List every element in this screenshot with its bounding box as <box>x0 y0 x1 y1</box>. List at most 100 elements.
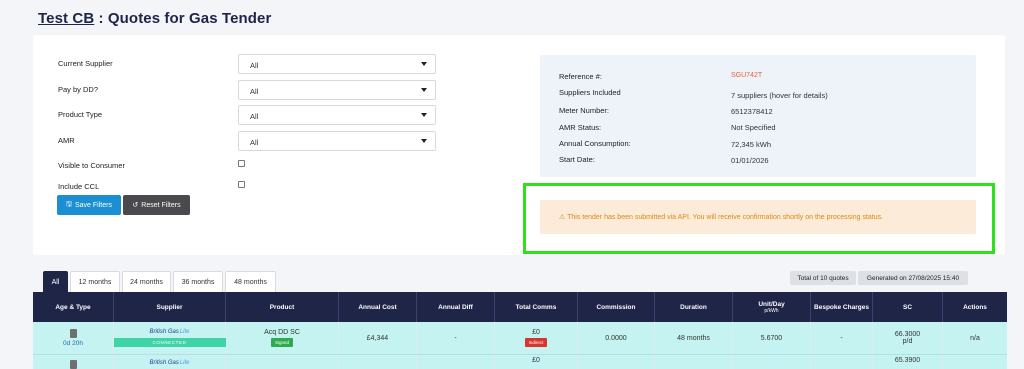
supplier-lite: Lite <box>179 360 190 366</box>
reference-value: SGU742T <box>731 72 763 79</box>
table-row[interactable]: British Gas Lite £0 65.3900 <box>33 355 1007 369</box>
col-product[interactable]: Product <box>226 292 339 322</box>
amr-label: AMR <box>58 136 75 145</box>
supplier-logo: British Gas Lite <box>149 360 189 366</box>
commission-cell: 0.0000 <box>578 322 655 354</box>
save-filters-label: Save Filters <box>75 201 112 209</box>
col-actions: Actions <box>963 303 987 311</box>
product-type-value: All <box>250 112 259 121</box>
total-quotes-badge: Total of 10 quotes <box>790 271 856 285</box>
col-annual-cost[interactable]: Annual Cost <box>339 292 417 322</box>
consumption-label: Annual Consumption: <box>559 139 631 148</box>
sc-value: 65.3900 <box>894 357 921 364</box>
title-fuel: Gas <box>189 10 218 27</box>
total-comms-value: £0 <box>532 357 540 364</box>
title-separator: : Quotes for <box>94 10 189 27</box>
col-commission[interactable]: Commission <box>578 292 655 322</box>
chevron-down-icon <box>421 62 427 66</box>
total-comms-cell: £0 <box>495 355 578 369</box>
undo-icon: ↺ <box>132 202 139 209</box>
reference-label: Reference #: <box>559 72 602 81</box>
unit-day-sublabel: p/kWh <box>764 307 779 314</box>
annual-cost-cell <box>339 355 417 369</box>
supplier-cell: British Gas Lite <box>114 355 226 369</box>
amr-select[interactable]: All <box>238 131 436 151</box>
amr-value: All <box>250 138 259 147</box>
col-unit-day[interactable]: Unit/Day p/kWh <box>733 292 811 322</box>
bespoke-cell: - <box>811 322 873 354</box>
actions-cell: n/a <box>970 334 980 342</box>
col-total-comms[interactable]: Total Comms <box>495 292 578 322</box>
age-type-cell <box>33 355 114 369</box>
unit-day-label: Unit/Day <box>758 300 785 308</box>
api-submission-alert: ⚠ This tender has been submitted via API… <box>540 200 976 234</box>
amr-status-label: AMR Status: <box>559 123 602 132</box>
duration-cell <box>655 355 733 369</box>
sc-value: 66.3000 <box>894 331 921 338</box>
current-supplier-value: All <box>250 61 259 70</box>
customer-link[interactable]: Test CB <box>38 10 94 27</box>
reset-filters-button[interactable]: ↺ Reset Filters <box>123 195 190 215</box>
bespoke-cell <box>811 355 873 369</box>
meter-label: Meter Number: <box>559 106 610 115</box>
tab-36-months[interactable]: 36 months <box>173 271 223 292</box>
chevron-down-icon <box>421 88 427 92</box>
sc-cell: 65.3900 <box>873 355 943 369</box>
alert-text: This tender has been submitted via API. … <box>567 214 884 221</box>
col-age-type[interactable]: Age & Type <box>33 292 114 322</box>
table-row[interactable]: 0d 20h British Gas Lite CONNECTED Acq DD… <box>33 322 1007 355</box>
duration-tabs: All 12 months 24 months 36 months 48 mon… <box>43 271 278 292</box>
indirect-badge: Indirect <box>524 338 548 347</box>
warning-icon: ⚠ <box>559 214 566 221</box>
tab-24-months[interactable]: 24 months <box>122 271 171 292</box>
start-date-label: Start Date: <box>559 155 595 164</box>
visible-to-consumer-label: Visible to Consumer <box>58 161 125 170</box>
page-title: Test CB : Quotes for Gas Tender <box>38 10 271 27</box>
include-ccl-checkbox[interactable] <box>238 181 245 188</box>
include-ccl-label: Include CCL <box>58 182 100 191</box>
duration-cell: 48 months <box>655 322 733 354</box>
product-cell <box>226 355 339 369</box>
title-suffix: Tender <box>217 10 272 27</box>
visible-to-consumer-checkbox[interactable] <box>238 160 245 167</box>
sc-cell: 66.3000 p/d <box>873 322 943 354</box>
total-comms-value: £0 <box>532 329 540 336</box>
tab-all[interactable]: All <box>43 271 68 292</box>
supplier-lite: Lite <box>179 329 190 335</box>
total-comms-cell: £0 Indirect <box>495 322 578 354</box>
connected-badge: CONNECTED <box>113 338 226 347</box>
col-duration[interactable]: Duration <box>655 292 733 322</box>
save-filters-button[interactable]: 🖫 Save Filters <box>57 195 121 215</box>
signed-badge: Signed <box>270 338 293 347</box>
tab-48-months[interactable]: 48 months <box>225 271 276 292</box>
meter-value: 6512378412 <box>731 107 773 116</box>
annual-diff-cell: - <box>417 322 495 354</box>
sc-unit: p/d <box>902 338 913 345</box>
pay-by-dd-label: Pay by DD? <box>58 85 99 94</box>
tab-12-months[interactable]: 12 months <box>70 271 120 292</box>
pay-by-dd-select[interactable]: All <box>238 80 436 100</box>
unit-day-cell: 5.6700 <box>733 322 811 354</box>
col-sc[interactable]: SC <box>873 292 943 322</box>
col-annual-diff[interactable]: Annual Diff <box>417 292 495 322</box>
suppliers-value[interactable]: 7 suppliers (hover for details) <box>731 91 828 100</box>
col-supplier[interactable]: Supplier <box>114 292 226 322</box>
current-supplier-label: Current Supplier <box>58 59 113 68</box>
age-text: 0d 20h <box>63 340 83 347</box>
suppliers-label: Suppliers Included <box>559 88 621 97</box>
chevron-down-icon <box>421 139 427 143</box>
quotes-table: Age & Type Supplier Product Annual Cost … <box>33 292 1007 369</box>
supplier-cell: British Gas Lite CONNECTED <box>113 322 226 354</box>
product-type-label: Product Type <box>58 110 103 119</box>
product-name: Acq DD SC <box>264 329 300 336</box>
current-supplier-select[interactable]: All <box>238 54 436 74</box>
product-type-select[interactable]: All <box>238 105 436 125</box>
supplier-logo: British Gas Lite <box>149 329 189 335</box>
consumption-value: 72,345 kWh <box>731 140 772 149</box>
annual-diff-cell <box>417 355 495 369</box>
supplier-main: British Gas <box>149 360 179 366</box>
reset-filters-label: Reset Filters <box>141 201 181 209</box>
pay-by-dd-value: All <box>250 87 259 96</box>
col-bespoke[interactable]: Bespoke Charges <box>811 292 873 322</box>
product-cell: Acq DD SC Signed <box>226 322 339 354</box>
